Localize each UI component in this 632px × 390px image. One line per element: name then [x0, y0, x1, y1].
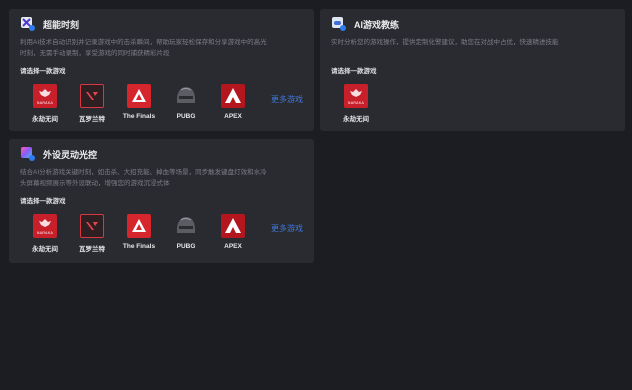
rgb-light-icon — [21, 147, 35, 161]
card-description-line: 利用AI技术自动识别并记录游戏中的击杀瞬间，帮助玩家轻松保存和分享游戏中的高光 — [20, 39, 267, 46]
card-title: 超能时刻 — [43, 19, 80, 30]
game-name: APEX — [224, 113, 242, 120]
card-header: 外设灵动光控 — [21, 147, 97, 161]
card-description: 利用AI技术自动识别并记录游戏中的击杀瞬间，帮助玩家轻松保存和分享游戏中的高光 … — [20, 37, 267, 59]
game-option-apex[interactable]: APEX — [209, 214, 257, 250]
game-name: APEX — [224, 243, 242, 250]
apex-icon — [221, 84, 245, 108]
game-name: 瓦罗兰特 — [79, 116, 105, 123]
naraka-tile-text: NARAKA — [36, 231, 54, 235]
card-header: 超能时刻 — [21, 17, 79, 31]
card-description: 实时分析您的游戏操作，提供定制化警建议，助您在对战中占优，快速精进技能 — [331, 37, 559, 48]
select-game-prompt: 请选择一款游戏 — [331, 68, 377, 75]
game-name: 永劫无间 — [343, 116, 369, 123]
more-games-link[interactable]: 更多游戏 — [271, 94, 303, 105]
game-name: 永劫无间 — [32, 246, 58, 253]
highlight-moments-card: 超能时刻 利用AI技术自动识别并记录游戏中的击杀瞬间，帮助玩家轻松保存和分享游戏… — [9, 9, 314, 131]
valorant-icon — [80, 214, 104, 238]
game-option-the-finals[interactable]: The Finals — [115, 84, 163, 120]
game-option-valorant[interactable]: 瓦罗兰特 — [68, 84, 116, 123]
naraka-icon: NARAKA — [33, 84, 57, 108]
naraka-tile-text: NARAKA — [36, 101, 54, 105]
valorant-icon — [80, 84, 104, 108]
card-description-line: 结合AI分析游戏关键时刻，如击杀、大招充能、掉血等场景，同步触发键盘灯效和水冷 — [20, 169, 267, 176]
game-name: The Finals — [122, 243, 156, 250]
naraka-tile-text: NARAKA — [347, 101, 365, 105]
game-name: 永劫无间 — [32, 116, 58, 123]
game-option-pubg[interactable]: PUBG — [162, 214, 210, 250]
naraka-icon: NARAKA — [344, 84, 368, 108]
game-option-naraka[interactable]: NARAKA 永劫无间 — [332, 84, 380, 123]
game-option-the-finals[interactable]: The Finals — [115, 214, 163, 250]
the-finals-icon — [127, 84, 151, 108]
apex-icon — [221, 214, 245, 238]
card-title: AI游戏教练 — [354, 19, 400, 30]
game-name: PUBG — [176, 113, 196, 120]
pubg-helmet-icon — [174, 84, 198, 108]
game-option-valorant[interactable]: 瓦罗兰特 — [68, 214, 116, 253]
more-games-link[interactable]: 更多游戏 — [271, 223, 303, 234]
the-finals-icon — [127, 214, 151, 238]
card-description-line: 时刻，无需手动录制，享受游戏的同时捕获精彩片段 — [20, 50, 170, 57]
peripheral-lighting-card: 外设灵动光控 结合AI分析游戏关键时刻，如击杀、大招充能、掉血等场景，同步触发键… — [9, 139, 314, 263]
select-game-prompt: 请选择一款游戏 — [20, 198, 66, 205]
gamepad-coach-icon — [332, 17, 346, 31]
game-name: The Finals — [122, 113, 156, 120]
select-game-prompt: 请选择一款游戏 — [20, 68, 66, 75]
game-name: PUBG — [176, 243, 196, 250]
game-name: 瓦罗兰特 — [79, 246, 105, 253]
card-description: 结合AI分析游戏关键时刻，如击杀、大招充能、掉血等场景，同步触发键盘灯效和水冷 … — [20, 167, 267, 189]
ai-game-coach-card: AI游戏教练 实时分析您的游戏操作，提供定制化警建议，助您在对战中占优，快速精进… — [320, 9, 625, 131]
naraka-icon: NARAKA — [33, 214, 57, 238]
game-option-naraka[interactable]: NARAKA 永劫无间 — [21, 84, 69, 123]
game-option-naraka[interactable]: NARAKA 永劫无间 — [21, 214, 69, 253]
card-description-line: 头屏幕视频展示等外设联动，增强您的游戏沉浸式体 — [20, 180, 170, 187]
pubg-helmet-icon — [174, 214, 198, 238]
card-description-line: 实时分析您的游戏操作，提供定制化警建议，助您在对战中占优，快速精进技能 — [331, 39, 559, 46]
card-header: AI游戏教练 — [332, 17, 399, 31]
game-option-apex[interactable]: APEX — [209, 84, 257, 120]
game-option-pubg[interactable]: PUBG — [162, 84, 210, 120]
card-title: 外设灵动光控 — [43, 149, 98, 160]
x-slash-app-icon — [21, 17, 35, 31]
